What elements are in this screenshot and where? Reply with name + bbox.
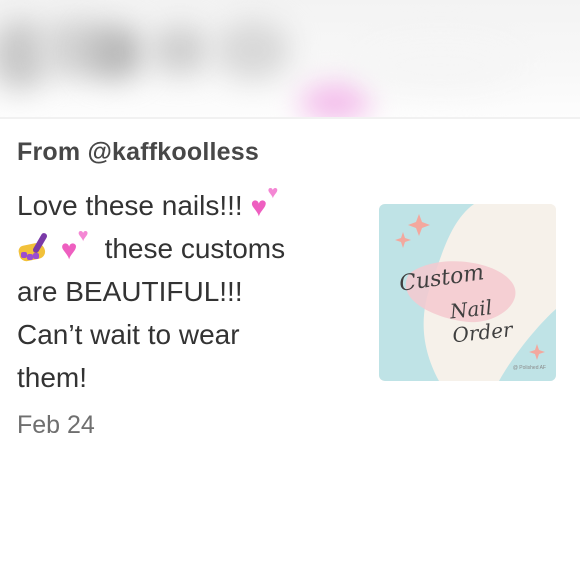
listing-thumbnail[interactable]: Custom Nail Order @ Polished AF bbox=[379, 204, 556, 381]
message-line-2: these customs bbox=[104, 233, 286, 264]
two-hearts-icon: ♥ ♥ bbox=[250, 182, 279, 222]
comment-message: Love these nails!!! ♥ ♥ ♥ ♥ these customs … bbox=[17, 182, 347, 399]
nail-polish-icon bbox=[17, 231, 53, 264]
two-hearts-icon: ♥ ♥ bbox=[60, 225, 89, 265]
message-line-4: Can’t wait to wear bbox=[17, 319, 240, 350]
header-divider bbox=[0, 117, 580, 119]
from-username[interactable]: From @kaffkoolless bbox=[17, 138, 259, 167]
thumbnail-credit: @ Polished AF bbox=[512, 365, 546, 371]
blurred-header-banner bbox=[0, 0, 580, 118]
post-date: Feb 24 bbox=[17, 411, 95, 439]
message-line-1: Love these nails!!! bbox=[17, 190, 243, 221]
message-line-5: them! bbox=[17, 362, 88, 393]
message-line-3: are BEAUTIFUL!!! bbox=[17, 276, 243, 307]
